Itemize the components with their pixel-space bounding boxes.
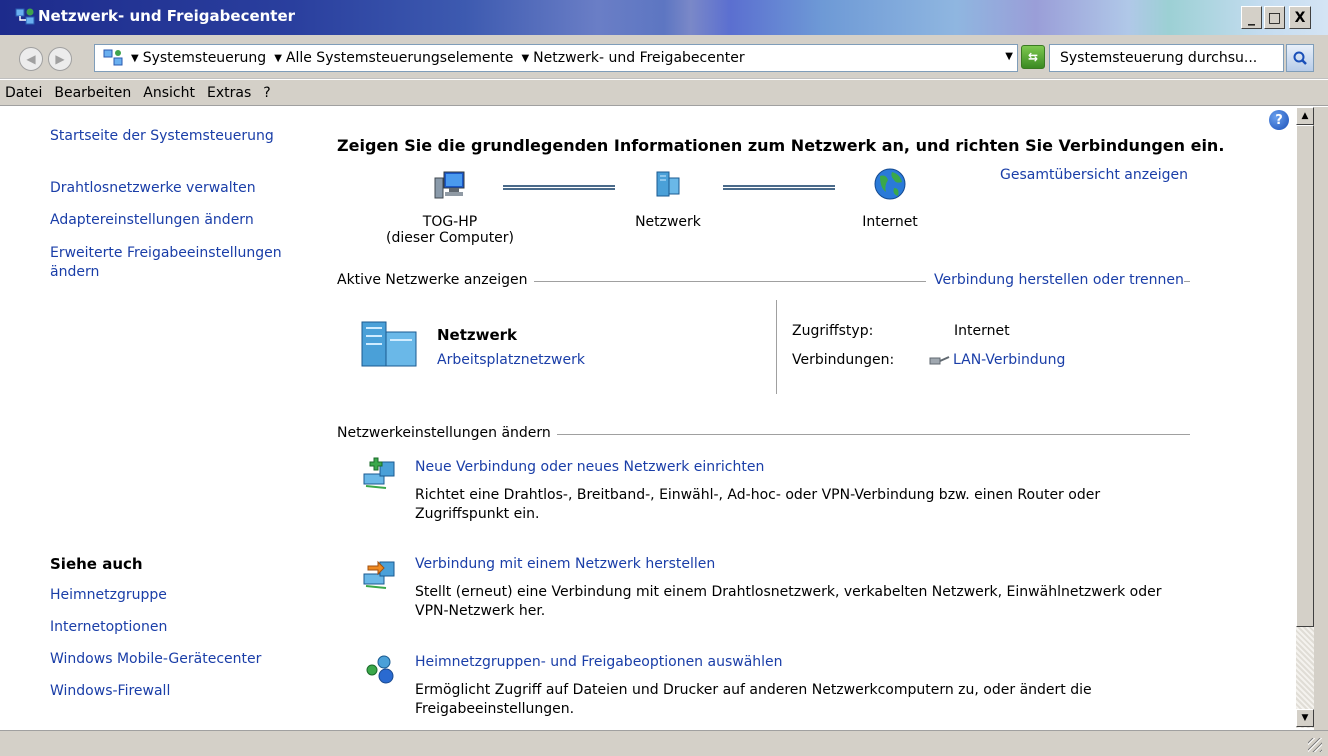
active-networks-label: Aktive Netzwerke anzeigen (337, 272, 534, 288)
homegroup-icon (366, 655, 394, 684)
chevron-down-icon[interactable]: ▼ (274, 53, 282, 64)
node-computer-sub: (dieser Computer) (385, 230, 515, 246)
refresh-button[interactable]: ⇆ (1021, 45, 1045, 69)
maximize-button[interactable]: □ (1264, 6, 1285, 29)
sidebar-link-wireless[interactable]: Drahtlosnetzwerke verwalten (50, 180, 256, 196)
see-also-heading: Siehe auch (50, 555, 143, 573)
task-new-connection-desc: Richtet eine Drahtlos-, Breitband-, Einw… (415, 487, 1101, 522)
arrow-up-icon: ▲ (1301, 111, 1309, 121)
menu-bearbeiten[interactable]: Bearbeiten (54, 85, 131, 101)
menu-datei[interactable]: Datei (5, 85, 42, 101)
connection-line (503, 185, 615, 190)
page-heading: Zeigen Sie die grundlegenden Information… (337, 136, 1225, 155)
arrow-down-icon: ▼ (1301, 713, 1309, 723)
status-bar (0, 730, 1328, 756)
control-panel-icon (103, 49, 123, 66)
crumb-alle-elemente[interactable]: Alle Systemsteuerungselemente (286, 50, 514, 66)
vertical-divider (776, 300, 777, 394)
help-icon[interactable]: ? (1269, 110, 1289, 130)
network-center-icon (15, 8, 35, 25)
arrow-right-icon: ▶ (55, 52, 65, 66)
new-connection-icon (363, 457, 395, 489)
change-settings-label: Netzwerkeinstellungen ändern (337, 425, 557, 441)
globe-icon (874, 168, 906, 200)
minimize-button[interactable]: _ (1241, 6, 1262, 29)
lan-cable-icon (929, 356, 950, 365)
see-also-homegroup[interactable]: Heimnetzgruppe (50, 587, 167, 603)
task-homegroup-link[interactable]: Heimnetzgruppen- und Freigabeoptionen au… (415, 654, 783, 670)
sidebar-link-sharing-cont[interactable]: ändern (50, 264, 99, 280)
search-icon (1293, 51, 1307, 65)
menu-extras[interactable]: Extras (207, 85, 251, 101)
crumb-netzwerk[interactable]: Netzwerk- und Freigabecenter (533, 50, 744, 66)
close-button[interactable]: X (1289, 6, 1311, 29)
connection-line (723, 185, 835, 190)
network-building-icon (361, 321, 417, 367)
node-internet-label: Internet (862, 214, 918, 230)
access-type-label: Zugriffstyp: (792, 323, 874, 339)
task-new-connection-link[interactable]: Neue Verbindung oder neues Netzwerk einr… (415, 459, 764, 475)
node-internet[interactable]: Internet (840, 166, 940, 230)
menu-ansicht[interactable]: Ansicht (143, 85, 195, 101)
network-icon (656, 171, 680, 197)
window-frame-edge (1314, 107, 1328, 730)
see-also-firewall[interactable]: Windows-Firewall (50, 683, 170, 699)
scroll-up-button[interactable]: ▲ (1296, 107, 1314, 125)
arrow-left-icon: ◀ (26, 52, 36, 66)
task-homegroup-desc: Ermöglicht Zugriff auf Dateien und Druck… (415, 682, 1092, 717)
see-also-mobile-center[interactable]: Windows Mobile-Gerätecenter (50, 651, 261, 667)
lan-connection-link[interactable]: LAN-Verbindung (953, 352, 1065, 368)
node-computer-label: TOG-HP (422, 214, 478, 230)
crumb-systemsteuerung[interactable]: Systemsteuerung (143, 50, 266, 66)
node-computer[interactable]: TOG-HP (dieser Computer) (380, 168, 520, 246)
chevron-down-icon[interactable]: ▼ (521, 53, 529, 64)
connections-label: Verbindungen: (792, 352, 895, 368)
window-title: Netzwerk- und Freigabecenter (38, 7, 296, 25)
address-dropdown-icon[interactable]: ▼ (1005, 51, 1013, 62)
forward-button[interactable]: ▶ (48, 47, 72, 71)
scroll-thumb[interactable] (1296, 125, 1314, 627)
node-network[interactable]: Netzwerk (618, 168, 718, 230)
task-connect-network-link[interactable]: Verbindung mit einem Netzwerk herstellen (415, 556, 715, 572)
sidebar-link-sharing[interactable]: Erweiterte Freigabeeinstellungen (50, 245, 282, 261)
menu-help[interactable]: ? (263, 85, 270, 101)
active-network-name: Netzwerk (437, 326, 518, 344)
address-toolbar: ◀ ▶ ▼ Systemsteuerung ▼ Alle Systemsteue… (0, 35, 1328, 79)
overview-link[interactable]: Gesamtübersicht anzeigen (1000, 167, 1188, 183)
see-also-internet-options[interactable]: Internetoptionen (50, 619, 167, 635)
back-button[interactable]: ◀ (19, 47, 43, 71)
node-network-label: Netzwerk (635, 214, 701, 230)
sidebar-link-adapter[interactable]: Adaptereinstellungen ändern (50, 212, 254, 228)
refresh-icon: ⇆ (1027, 50, 1039, 64)
sidebar-link-home[interactable]: Startseite der Systemsteuerung (50, 128, 274, 144)
connect-network-icon (363, 560, 395, 589)
chevron-down-icon[interactable]: ▼ (131, 53, 139, 64)
task-connect-network-desc: Stellt (erneut) eine Verbindung mit eine… (415, 584, 1162, 619)
breadcrumb: ▼ Systemsteuerung ▼ Alle Systemsteuerung… (123, 50, 745, 66)
scroll-down-button[interactable]: ▼ (1296, 709, 1314, 727)
vertical-scrollbar[interactable]: ▲ ▼ (1296, 107, 1314, 728)
resize-grip-icon[interactable] (1308, 738, 1322, 752)
computer-icon (434, 171, 465, 199)
search-input[interactable]: Systemsteuerung durchsu... (1049, 44, 1284, 72)
menu-bar: Datei Bearbeiten Ansicht Extras ? (0, 80, 1328, 106)
title-bar[interactable]: Netzwerk- und Freigabecenter _ □ X (0, 0, 1328, 35)
connect-disconnect-link[interactable]: Verbindung herstellen oder trennen (926, 272, 1184, 288)
search-button[interactable] (1286, 44, 1314, 72)
network-type-link[interactable]: Arbeitsplatznetzwerk (437, 352, 585, 368)
access-type-value: Internet (954, 323, 1010, 339)
address-field[interactable]: ▼ Systemsteuerung ▼ Alle Systemsteuerung… (94, 44, 1018, 72)
